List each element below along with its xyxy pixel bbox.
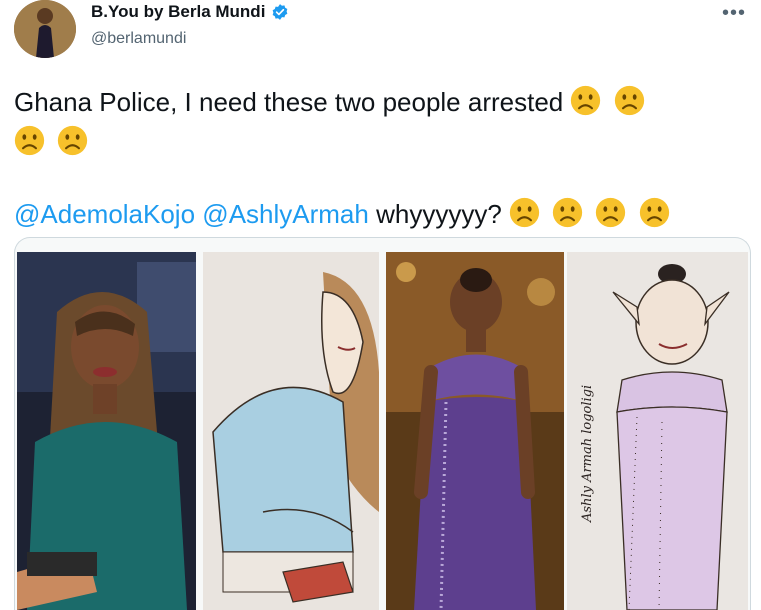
drawing-signature: Ashly Armah logoligi xyxy=(580,385,595,523)
mention-link[interactable]: @AshlyArmah xyxy=(202,199,369,229)
tweet-text: Ghana Police, I need these two people ar… xyxy=(14,82,749,229)
frowning-face-icon xyxy=(57,125,88,156)
media-photo-presenter[interactable] xyxy=(17,252,196,610)
media-photo-purple-gown[interactable] xyxy=(386,252,564,610)
author-display-name[interactable]: B.You by Berla Mundi xyxy=(91,2,265,22)
frowning-face-icon xyxy=(509,197,540,228)
tweet-media[interactable]: Ashly Armah logoligi xyxy=(14,237,751,610)
frowning-face-icon xyxy=(614,85,645,116)
more-options-button[interactable]: ••• xyxy=(722,2,746,25)
frowning-face-icon xyxy=(595,197,626,228)
media-drawing-purple-gown[interactable]: Ashly Armah logoligi xyxy=(567,252,748,610)
verified-badge-icon xyxy=(273,4,288,20)
frowning-face-icon xyxy=(639,197,670,228)
frowning-face-icon xyxy=(570,85,601,116)
tweet-text-line2: @AdemolaKojo @AshlyArmah whyyyyyy? xyxy=(14,194,675,234)
author-handle[interactable]: @berlamundi xyxy=(91,30,186,48)
frowning-face-icon xyxy=(552,197,583,228)
media-drawing-presenter[interactable] xyxy=(203,252,379,610)
mention-link[interactable]: @AdemolaKojo xyxy=(14,199,195,229)
tweet-text-tail: whyyyyyy? xyxy=(368,199,502,229)
frowning-face-icon xyxy=(14,125,45,156)
avatar[interactable] xyxy=(14,0,76,58)
tweet-text-line1: Ghana Police, I need these two people ar… xyxy=(14,87,564,117)
